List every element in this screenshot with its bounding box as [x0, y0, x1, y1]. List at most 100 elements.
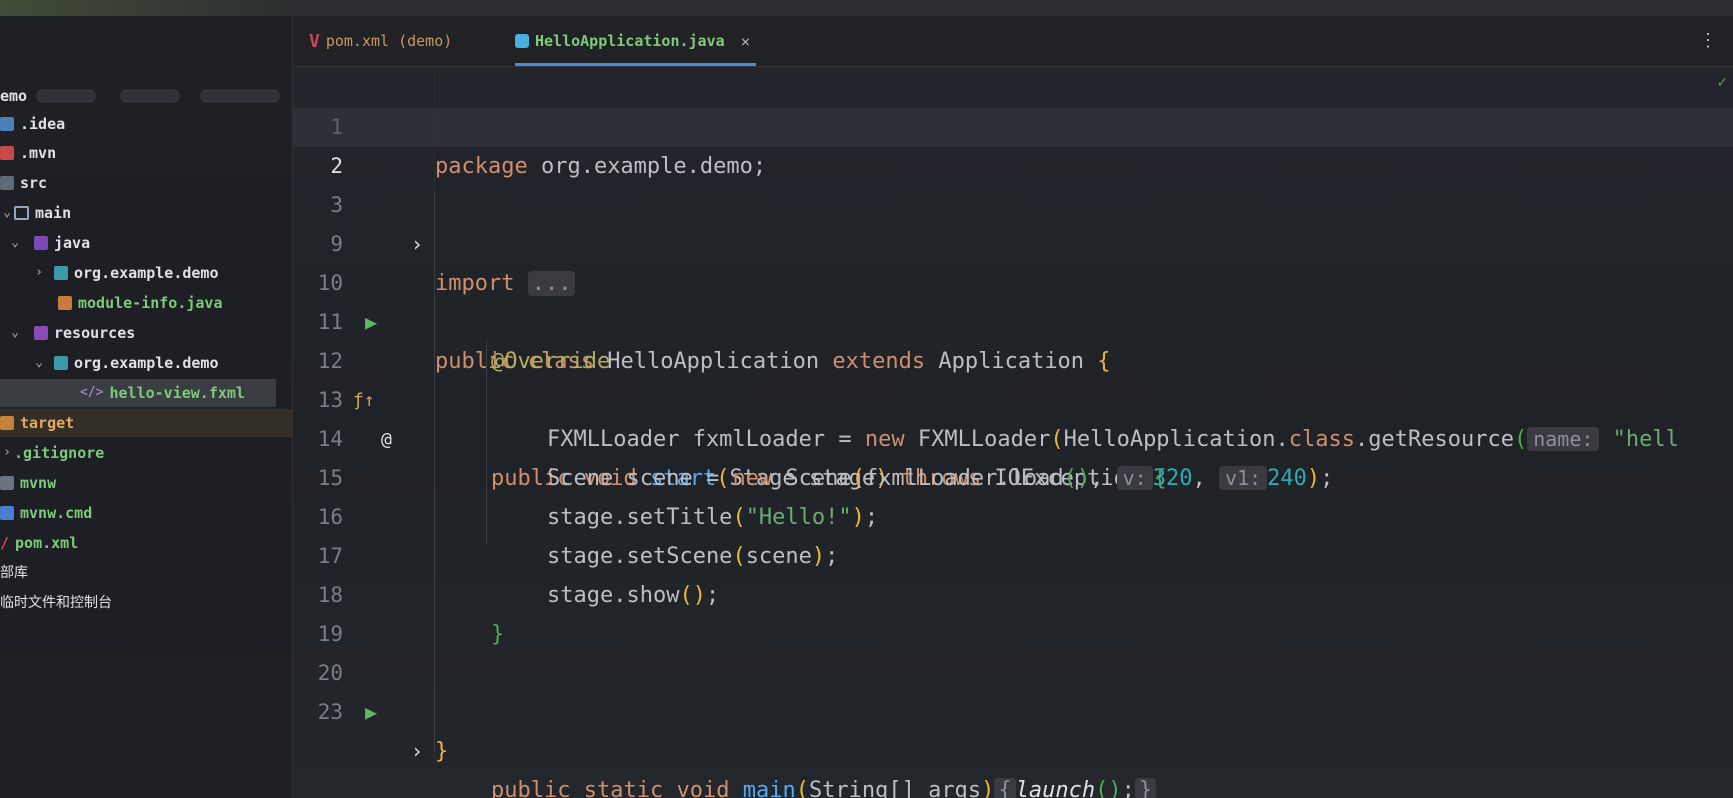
- folder-icon: [0, 176, 14, 190]
- tree-root[interactable]: emo: [0, 82, 280, 110]
- folder-icon: [0, 146, 14, 160]
- chevron-right-icon[interactable]: ›: [411, 732, 423, 771]
- tree-item-resources[interactable]: ⌄ resources: [8, 319, 135, 347]
- tab-hello-application[interactable]: HelloApplication.java ×: [515, 16, 757, 66]
- active-tab-indicator: [515, 63, 757, 66]
- package-icon: [54, 356, 68, 370]
- maven-icon: /: [0, 534, 10, 552]
- tree-item-java[interactable]: ⌄ java: [8, 229, 90, 257]
- tree-root-label: emo: [0, 87, 28, 105]
- title-bar-accent: [0, 0, 300, 16]
- tree-item-label: 部库: [0, 565, 28, 581]
- tree-item-label: .idea: [20, 115, 66, 133]
- chevron-down-icon[interactable]: ⌄: [8, 229, 22, 257]
- code-line-15[interactable]: 15 stage.setTitle("Hello!");: [293, 420, 1733, 530]
- folder-icon: [14, 206, 29, 220]
- editor-tab-bar: V pom.xml (demo) HelloApplication.java ×…: [293, 16, 1733, 67]
- tree-item-label: java: [54, 234, 91, 252]
- code-line-18[interactable]: 18 }: [293, 537, 1733, 647]
- tab-pom-xml[interactable]: V pom.xml (demo): [309, 16, 452, 66]
- tree-item-src[interactable]: src: [0, 169, 47, 197]
- code-line-23[interactable]: 23 }: [293, 654, 1733, 764]
- keyword: static: [583, 778, 664, 798]
- resources-folder-icon: [34, 326, 48, 340]
- code-line-2[interactable]: 2: [293, 108, 1733, 178]
- tree-item-label: org.example.demo: [74, 264, 219, 282]
- tree-item-external-libraries[interactable]: 部库: [0, 559, 28, 587]
- chevron-down-icon[interactable]: ⌄: [0, 199, 14, 227]
- tree-item-pom[interactable]: / pom.xml: [0, 529, 78, 557]
- tree-item-label: resources: [54, 324, 136, 342]
- tree-item-label: target: [20, 414, 75, 432]
- file-icon: [0, 506, 14, 520]
- code-text: String[] args: [808, 778, 982, 798]
- close-icon[interactable]: ×: [741, 32, 751, 51]
- code-line-10[interactable]: 10 ▶ public class HelloApplication exten…: [293, 225, 1733, 374]
- tree-item-label: .mvn: [20, 144, 57, 162]
- tree-item-gitignore[interactable]: › .gitignore: [0, 439, 104, 467]
- code-line-1[interactable]: 1 package org.example.demo;: [293, 69, 1733, 179]
- tree-item-label: mvnw: [20, 474, 57, 492]
- tree-item-label: pom.xml: [15, 534, 79, 552]
- tree-item-hello-view[interactable]: </> hello-view.fxml: [0, 379, 276, 407]
- tree-item-mvnw[interactable]: mvnw: [0, 469, 56, 497]
- method-name: main: [742, 778, 796, 798]
- folded-block-start[interactable]: {: [994, 778, 1016, 798]
- blurred-path: [36, 89, 96, 103]
- code-line-3[interactable]: 3 › import ...: [293, 147, 1733, 296]
- chevron-right-icon: ›: [3, 445, 11, 460]
- tree-item-resources-package[interactable]: ⌄ org.example.demo: [32, 349, 219, 377]
- tree-item-label: module-info.java: [78, 294, 223, 312]
- code-line-19[interactable]: 19: [293, 576, 1733, 646]
- code-editor[interactable]: 1 package org.example.demo; 2 3 › import…: [293, 67, 1733, 798]
- tab-label: pom.xml (demo): [325, 32, 453, 50]
- tree-item-label: mvnw.cmd: [20, 504, 93, 522]
- fxml-file-icon: </>: [80, 385, 104, 400]
- chevron-right-icon[interactable]: ›: [32, 259, 46, 287]
- tree-item-package[interactable]: › org.example.demo: [32, 259, 219, 287]
- tree-item-label: src: [20, 174, 48, 192]
- package-icon: [54, 266, 68, 280]
- code-line-12[interactable]: 12 ƒ↑ @ public void start(Stage stage) t…: [293, 303, 1733, 491]
- tree-item-mvnw-cmd[interactable]: mvnw.cmd: [0, 499, 92, 527]
- code-line-11[interactable]: 11 @Override: [293, 264, 1733, 374]
- tree-item-label: .gitignore: [14, 444, 105, 462]
- code-line-17[interactable]: 17 stage.show();: [293, 498, 1733, 608]
- line-number: 23: [317, 700, 343, 724]
- maven-icon: V: [309, 30, 320, 52]
- file-icon: [0, 476, 14, 490]
- blurred-path: [200, 89, 280, 103]
- source-folder-icon: [34, 236, 48, 250]
- tree-item-label: main: [35, 204, 72, 222]
- keyword: void: [676, 778, 730, 798]
- tree-item-module-info[interactable]: module-info.java: [58, 289, 223, 317]
- code-line-14[interactable]: 14 Scene scene = new Scene(fxmlLoader.lo…: [293, 381, 1733, 491]
- code-line-13[interactable]: 13 FXMLLoader fxmlLoader = new FXMLLoade…: [293, 342, 1733, 452]
- keyword: public: [491, 778, 571, 798]
- java-class-icon: [515, 34, 529, 48]
- folder-icon: [0, 117, 14, 131]
- code-line-20[interactable]: 20 ▶ › public static void main(String[] …: [293, 615, 1733, 798]
- method-call: launch: [1015, 778, 1096, 798]
- more-options-icon[interactable]: ⋮: [1699, 30, 1717, 51]
- folder-icon: [0, 416, 14, 430]
- chevron-down-icon[interactable]: ⌄: [32, 349, 46, 377]
- tree-item-target[interactable]: target: [0, 409, 292, 437]
- tree-item-idea[interactable]: .idea: [0, 110, 65, 138]
- tree-item-scratches[interactable]: 临时文件和控制台: [0, 589, 112, 617]
- tab-label: HelloApplication.java: [535, 32, 725, 50]
- tree-item-mvn[interactable]: .mvn: [0, 139, 56, 167]
- tree-item-label: org.example.demo: [74, 354, 219, 372]
- java-file-icon: [58, 296, 72, 310]
- brace: }: [435, 739, 449, 764]
- code-line-16[interactable]: 16 stage.setScene(scene);: [293, 459, 1733, 569]
- run-icon[interactable]: ▶: [365, 693, 377, 732]
- title-bar: [0, 0, 1733, 16]
- blurred-path: [120, 89, 180, 103]
- tree-item-label: hello-view.fxml: [109, 384, 245, 402]
- chevron-down-icon[interactable]: ⌄: [8, 319, 22, 347]
- tree-item-main[interactable]: ⌄ main: [0, 199, 71, 227]
- tree-item-label: 临时文件和控制台: [0, 595, 112, 611]
- folded-block-end[interactable]: }: [1134, 778, 1157, 798]
- code-line-9[interactable]: 9: [293, 186, 1733, 256]
